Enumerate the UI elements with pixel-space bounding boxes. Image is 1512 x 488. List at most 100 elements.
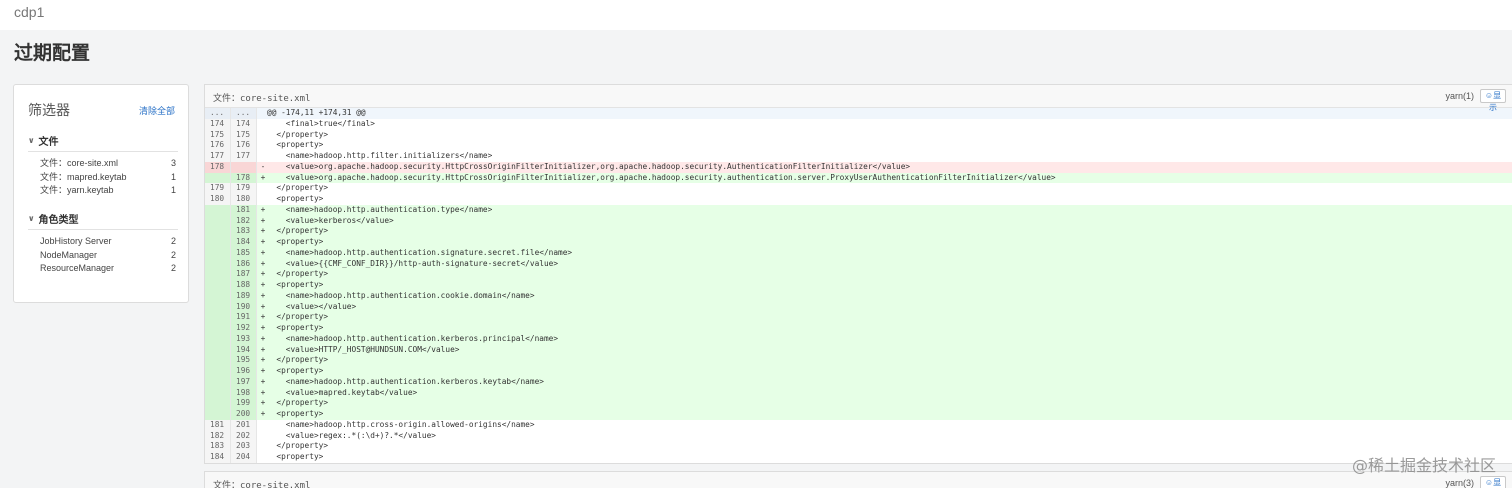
- new-line-number: 181: [231, 204, 257, 216]
- filter-item[interactable]: 文件：core-site.xml 3: [28, 157, 178, 171]
- diff-line: 182 202 <value>regex:.*(:\d+)?.*</value>: [205, 430, 1512, 442]
- old-line-number: [205, 355, 231, 366]
- diff-code: </property>: [267, 441, 329, 451]
- chevron-down-icon: ∨: [28, 136, 35, 145]
- diff-line: 197 + <name>hadoop.http.authentication.ke…: [205, 376, 1512, 388]
- diff-line: 178 + <value>org.apache.hadoop.security.H…: [205, 172, 1512, 184]
- old-line-number: 184: [205, 452, 231, 463]
- diff-line: 181 201 <name>hadoop.http.cross-origin.al…: [205, 419, 1512, 431]
- new-line-number: 201: [231, 419, 257, 431]
- diff-marker: +: [260, 258, 266, 268]
- new-line-number: 186: [231, 258, 257, 270]
- diff-line: 188 + <property>: [205, 280, 1512, 291]
- diff-line: 175 175 </property>: [205, 129, 1512, 141]
- diff-marker: +: [260, 398, 266, 408]
- filter-item[interactable]: ResourceManager 2: [28, 262, 178, 276]
- old-line-number: [205, 258, 231, 270]
- old-line-number: 180: [205, 194, 231, 205]
- diff-line: 200 + <property>: [205, 409, 1512, 420]
- diff-code: <value>kerberos</value>: [267, 215, 394, 225]
- old-line-number: 176: [205, 140, 231, 151]
- new-line-number: 196: [231, 366, 257, 377]
- cluster-name[interactable]: cdp1: [14, 4, 44, 20]
- filter-item-label: 文件：mapred.keytab: [40, 171, 127, 182]
- new-line-number: 174: [231, 118, 257, 130]
- diff-code: </property>: [267, 269, 329, 279]
- show-button[interactable]: ☺显示: [1480, 476, 1506, 488]
- diff-code: </property>: [267, 129, 329, 139]
- diff-code: </property>: [267, 355, 329, 365]
- diff-marker: +: [260, 366, 266, 375]
- diff-marker: +: [260, 333, 266, 343]
- old-line-number: 181: [205, 419, 231, 431]
- diff-code: <property>: [267, 237, 324, 246]
- diff-header: 文件：core-site.xml yarn(3) ☺显示: [205, 472, 1512, 488]
- clear-all-link[interactable]: 清除全部: [139, 104, 175, 117]
- filter-item[interactable]: 文件：mapred.keytab 1: [28, 171, 178, 185]
- diff-line: 192 + <property>: [205, 323, 1512, 334]
- filter-item-label: 文件：yarn.keytab: [40, 185, 114, 195]
- diff-panel: 文件：core-site.xml yarn(1) ☺显示 ...... @@ -1…: [204, 84, 1512, 464]
- old-line-number: 182: [205, 430, 231, 442]
- old-line-number: [205, 376, 231, 388]
- filter-item-count: 1: [170, 171, 176, 182]
- diff-code: <value></value>: [267, 301, 357, 311]
- diff-body: ...... @@ -174,11 +174,31 @@ 174 174 <final…: [205, 108, 1512, 463]
- diff-line: 178 - <value>org.apache.hadoop.security.H…: [205, 161, 1512, 173]
- filter-section-header[interactable]: ∨ 文件: [28, 133, 178, 152]
- filter-section-header[interactable]: ∨ 角色类型: [28, 211, 178, 230]
- diff-line: 190 + <value></value>: [205, 301, 1512, 313]
- old-line-number: [205, 269, 231, 280]
- diff-code: <name>hadoop.http.authentication.type</n…: [267, 204, 493, 214]
- old-line-number: 179: [205, 183, 231, 194]
- old-line-number: [205, 247, 231, 259]
- new-line-number: 200: [231, 409, 257, 420]
- filter-item-count: 2: [170, 236, 176, 246]
- filter-item-count: 2: [170, 263, 176, 273]
- diff-marker: +: [260, 387, 266, 397]
- diff-line: 183 + </property>: [205, 226, 1512, 237]
- new-line-number: 198: [231, 387, 257, 399]
- diff-marker: +: [260, 269, 266, 279]
- old-line-number: 183: [205, 441, 231, 452]
- new-line-number: 180: [231, 194, 257, 205]
- filter-item[interactable]: 文件：yarn.keytab 1: [28, 184, 178, 198]
- new-line-number: 202: [231, 430, 257, 442]
- show-button[interactable]: ☺显示: [1480, 89, 1506, 112]
- old-line-number: [205, 409, 231, 420]
- diff-marker: +: [260, 237, 266, 246]
- old-line-number: 175: [205, 129, 231, 141]
- filter-item-label: 文件：core-site.xml: [40, 158, 119, 168]
- diff-code: </property>: [267, 312, 329, 322]
- new-line-number: 197: [231, 376, 257, 388]
- new-line-number: 195: [231, 355, 257, 366]
- filter-section-role-types: ∨ 角色类型 JobHistory Server 2 NodeManager 2…: [28, 211, 178, 276]
- filter-item[interactable]: JobHistory Server 2: [28, 235, 178, 249]
- diff-file-label: 文件：core-site.xml: [213, 481, 311, 488]
- diff-code: <property>: [267, 452, 324, 461]
- new-line-number: 194: [231, 344, 257, 356]
- section-label: 文件: [38, 137, 59, 148]
- old-line-number: [205, 366, 231, 377]
- new-line-number: 182: [231, 215, 257, 227]
- diff-line: 177 177 <name>hadoop.http.filter.initiali…: [205, 151, 1512, 162]
- old-line-number: 178: [205, 161, 231, 173]
- new-line-number: 188: [231, 280, 257, 291]
- diff-line: 179 179 </property>: [205, 183, 1512, 194]
- diff-marker: +: [260, 344, 266, 354]
- old-line-number: ...: [205, 108, 231, 119]
- diff-marker: [257, 130, 267, 141]
- diff-marker: [257, 183, 267, 194]
- diff-marker: +: [260, 290, 266, 300]
- diff-marker: +: [260, 355, 266, 365]
- diff-code: <name>hadoop.http.filter.initializers</n…: [267, 151, 493, 160]
- old-line-number: [205, 398, 231, 409]
- new-line-number: 184: [231, 237, 257, 248]
- new-line-number: 190: [231, 301, 257, 313]
- diff-marker: +: [260, 204, 266, 214]
- diff-marker: -: [260, 161, 266, 171]
- old-line-number: [205, 333, 231, 345]
- diff-code: <property>: [267, 194, 324, 203]
- filter-item[interactable]: NodeManager 2: [28, 249, 178, 263]
- filter-item-label: NodeManager: [40, 249, 98, 260]
